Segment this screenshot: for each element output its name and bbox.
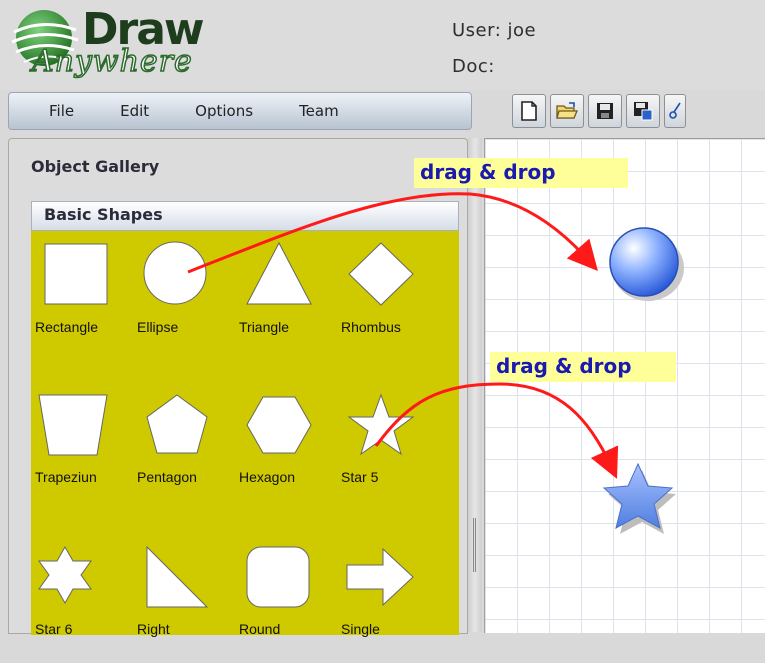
drag-arrow-1 [187,192,598,274]
drag-drop-callout-1: drag & drop [414,158,628,188]
dropped-sphere[interactable] [609,227,684,301]
drag-drop-overlay [187,192,684,534]
dropped-star[interactable] [602,462,676,534]
drag-drop-callout-2: drag & drop [490,352,676,382]
drag-arrow-2 [374,382,619,479]
